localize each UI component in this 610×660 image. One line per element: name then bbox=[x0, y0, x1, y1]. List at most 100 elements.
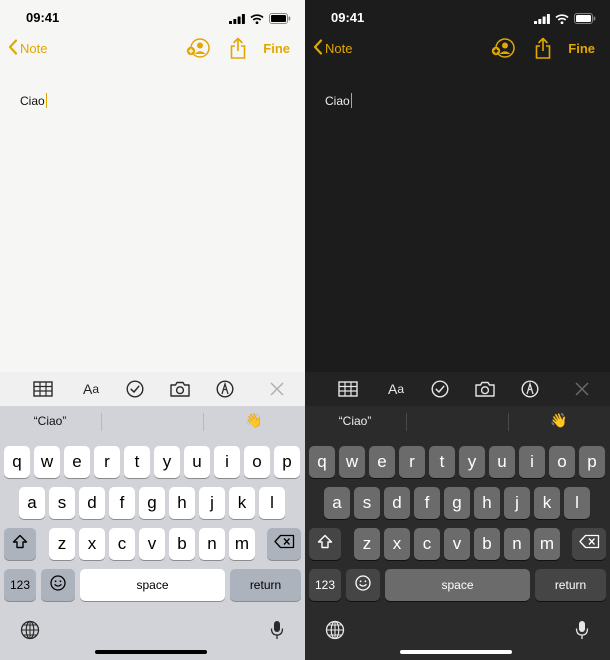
share-icon[interactable] bbox=[229, 37, 247, 64]
key-g[interactable]: g bbox=[139, 487, 165, 519]
emoji-icon bbox=[355, 574, 371, 596]
text-format-icon[interactable]: Aa bbox=[80, 380, 102, 398]
cellular-signal-icon bbox=[229, 11, 245, 29]
delete-key[interactable] bbox=[572, 528, 606, 560]
key-l[interactable]: l bbox=[564, 487, 590, 519]
home-indicator bbox=[95, 650, 207, 654]
key-z[interactable]: z bbox=[354, 528, 380, 560]
key-n[interactable]: n bbox=[199, 528, 225, 560]
suggestion-word[interactable]: “Ciao” bbox=[305, 414, 405, 428]
microphone-icon[interactable] bbox=[270, 620, 284, 645]
key-s[interactable]: s bbox=[49, 487, 75, 519]
numbers-key[interactable]: 123 bbox=[4, 569, 36, 601]
done-button[interactable]: Fine bbox=[568, 41, 595, 56]
key-j[interactable]: j bbox=[199, 487, 225, 519]
key-c[interactable]: c bbox=[414, 528, 440, 560]
key-g[interactable]: g bbox=[444, 487, 470, 519]
table-icon[interactable] bbox=[337, 380, 359, 398]
key-i[interactable]: i bbox=[214, 446, 240, 478]
suggestion-word[interactable]: “Ciao” bbox=[0, 414, 100, 428]
add-person-icon[interactable] bbox=[491, 37, 515, 64]
key-a[interactable]: a bbox=[324, 487, 350, 519]
close-icon[interactable] bbox=[571, 380, 593, 398]
camera-icon[interactable] bbox=[474, 380, 496, 398]
return-key[interactable]: return bbox=[230, 569, 301, 601]
key-q[interactable]: q bbox=[309, 446, 335, 478]
markup-pen-icon[interactable] bbox=[519, 380, 541, 398]
key-v[interactable]: v bbox=[139, 528, 165, 560]
back-label: Note bbox=[325, 41, 353, 56]
key-k[interactable]: k bbox=[534, 487, 560, 519]
key-q[interactable]: q bbox=[4, 446, 30, 478]
key-t[interactable]: t bbox=[124, 446, 150, 478]
formatting-toolbar: Aa bbox=[305, 372, 610, 406]
key-w[interactable]: w bbox=[34, 446, 60, 478]
numbers-key[interactable]: 123 bbox=[309, 569, 341, 601]
shift-key[interactable] bbox=[4, 528, 36, 560]
key-v[interactable]: v bbox=[444, 528, 470, 560]
key-y[interactable]: y bbox=[459, 446, 485, 478]
checklist-icon[interactable] bbox=[429, 380, 451, 398]
suggestion-emoji[interactable]: 👋 bbox=[204, 412, 304, 429]
key-w[interactable]: w bbox=[339, 446, 365, 478]
key-o[interactable]: o bbox=[549, 446, 575, 478]
key-y[interactable]: y bbox=[154, 446, 180, 478]
delete-key[interactable] bbox=[267, 528, 301, 560]
key-o[interactable]: o bbox=[244, 446, 270, 478]
checklist-icon[interactable] bbox=[124, 380, 146, 398]
key-i[interactable]: i bbox=[519, 446, 545, 478]
suggestion-emoji[interactable]: 👋 bbox=[509, 412, 609, 429]
key-d[interactable]: d bbox=[384, 487, 410, 519]
table-icon[interactable] bbox=[32, 380, 54, 398]
key-p[interactable]: p bbox=[274, 446, 300, 478]
globe-icon[interactable] bbox=[325, 620, 345, 645]
key-s[interactable]: s bbox=[354, 487, 380, 519]
key-l[interactable]: l bbox=[259, 487, 285, 519]
key-n[interactable]: n bbox=[504, 528, 530, 560]
close-icon[interactable] bbox=[266, 380, 288, 398]
key-x[interactable]: x bbox=[384, 528, 410, 560]
space-key[interactable]: space bbox=[80, 569, 225, 601]
key-d[interactable]: d bbox=[79, 487, 105, 519]
key-m[interactable]: m bbox=[534, 528, 560, 560]
key-f[interactable]: f bbox=[414, 487, 440, 519]
key-a[interactable]: a bbox=[19, 487, 45, 519]
key-c[interactable]: c bbox=[109, 528, 135, 560]
key-f[interactable]: f bbox=[109, 487, 135, 519]
shift-key[interactable] bbox=[309, 528, 341, 560]
done-button[interactable]: Fine bbox=[263, 41, 290, 56]
key-z[interactable]: z bbox=[49, 528, 75, 560]
key-x[interactable]: x bbox=[79, 528, 105, 560]
back-button[interactable]: Note bbox=[313, 39, 352, 58]
key-t[interactable]: t bbox=[429, 446, 455, 478]
globe-icon[interactable] bbox=[20, 620, 40, 645]
key-m[interactable]: m bbox=[229, 528, 255, 560]
back-button[interactable]: Note bbox=[8, 39, 47, 58]
key-e[interactable]: e bbox=[369, 446, 395, 478]
key-b[interactable]: b bbox=[169, 528, 195, 560]
key-r[interactable]: r bbox=[94, 446, 120, 478]
key-j[interactable]: j bbox=[504, 487, 530, 519]
note-body[interactable]: Ciao bbox=[325, 93, 353, 108]
key-r[interactable]: r bbox=[399, 446, 425, 478]
key-b[interactable]: b bbox=[474, 528, 500, 560]
key-h[interactable]: h bbox=[169, 487, 195, 519]
emoji-key[interactable] bbox=[346, 569, 380, 601]
key-e[interactable]: e bbox=[64, 446, 90, 478]
key-p[interactable]: p bbox=[579, 446, 605, 478]
key-h[interactable]: h bbox=[474, 487, 500, 519]
emoji-key[interactable] bbox=[41, 569, 75, 601]
add-person-icon[interactable] bbox=[186, 37, 210, 64]
back-label: Note bbox=[20, 41, 48, 56]
note-body[interactable]: Ciao bbox=[20, 93, 48, 108]
key-k[interactable]: k bbox=[229, 487, 255, 519]
camera-icon[interactable] bbox=[169, 380, 191, 398]
markup-pen-icon[interactable] bbox=[214, 380, 236, 398]
key-u[interactable]: u bbox=[184, 446, 210, 478]
microphone-icon[interactable] bbox=[575, 620, 589, 645]
key-u[interactable]: u bbox=[489, 446, 515, 478]
return-key[interactable]: return bbox=[535, 569, 606, 601]
space-key[interactable]: space bbox=[385, 569, 530, 601]
text-format-icon[interactable]: Aa bbox=[385, 380, 407, 398]
share-icon[interactable] bbox=[534, 37, 552, 64]
